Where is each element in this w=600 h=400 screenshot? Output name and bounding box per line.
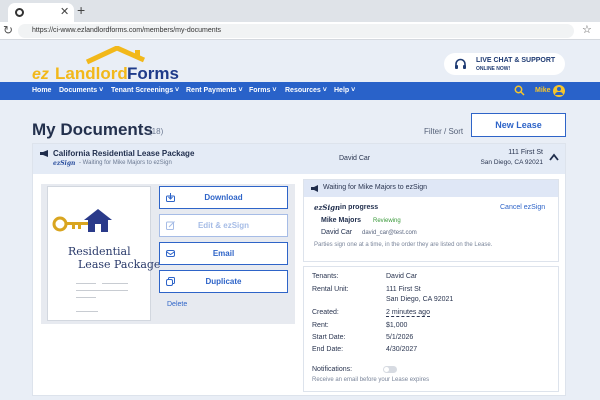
page-title: My Documents bbox=[32, 120, 153, 139]
reload-icon[interactable]: ↻ bbox=[3, 23, 13, 37]
live-chat-button[interactable]: LIVE CHAT & SUPPORT ONLINE NOW! bbox=[444, 53, 565, 75]
document-card: California Residential Lease Package ezS… bbox=[32, 143, 566, 396]
edit-ezsign-button[interactable]: Edit & ezSign bbox=[159, 214, 288, 237]
nav-tenant-screenings[interactable]: Tenant Screenings ˅ bbox=[111, 87, 179, 94]
ezsign-status-title: Waiting for Mike Majors to ezSign bbox=[323, 184, 427, 191]
filter-sort-link[interactable]: Filter / Sort bbox=[424, 127, 463, 136]
ezlandlordforms-logo[interactable]: ez Landlord Forms bbox=[32, 46, 192, 82]
end-date-value: 4/30/2027 bbox=[386, 346, 418, 353]
thumbnail-line bbox=[76, 290, 128, 291]
created-value: 2 minutes ago bbox=[386, 309, 430, 317]
document-thumbnail[interactable]: Residential Lease Package bbox=[47, 186, 160, 321]
duplicate-label: Duplicate bbox=[205, 277, 242, 286]
download-button[interactable]: Download bbox=[159, 186, 288, 209]
nav-forms[interactable]: Forms ˅ bbox=[249, 87, 276, 94]
edit-ezsign-label: Edit & ezSign bbox=[197, 221, 250, 230]
svg-text:Landlord: Landlord bbox=[55, 64, 128, 82]
start-date-label: Start Date: bbox=[312, 334, 346, 341]
close-tab-icon[interactable]: ✕ bbox=[60, 5, 69, 18]
signer-1-name: Mike Majors bbox=[321, 217, 362, 224]
svg-text:ez: ez bbox=[32, 66, 49, 82]
nav-home[interactable]: Home bbox=[32, 87, 51, 94]
notifications-note: Receive an email before your Lease expir… bbox=[312, 377, 430, 383]
browser-tab[interactable]: ✕ bbox=[8, 3, 74, 22]
ezsign-status-header: Waiting for Mike Majors to ezSign bbox=[304, 180, 558, 197]
url-field[interactable]: https://ci-www.ezlandlordforms.com/membe… bbox=[18, 24, 574, 38]
chevron-up-icon[interactable] bbox=[549, 153, 559, 161]
nav-documents[interactable]: Documents ˅ bbox=[59, 87, 103, 94]
tenants-label: Tenants: bbox=[312, 273, 339, 280]
document-address-line1: 111 First St bbox=[508, 149, 543, 156]
thumbnail-line bbox=[76, 297, 96, 298]
logo-text: ez Landlord Forms bbox=[32, 64, 179, 82]
notifications-label: Notifications: bbox=[312, 366, 353, 373]
document-card-header[interactable]: California Residential Lease Package ezS… bbox=[33, 144, 565, 174]
duplicate-icon bbox=[166, 277, 175, 286]
headset-icon bbox=[455, 58, 466, 69]
rental-unit-line1: 111 First St bbox=[386, 286, 421, 293]
thumbnail-line bbox=[76, 283, 96, 284]
chat-title: LIVE CHAT & SUPPORT bbox=[476, 57, 556, 64]
new-tab-icon[interactable]: + bbox=[77, 2, 85, 18]
email-icon bbox=[166, 250, 175, 257]
document-address-line2: San Diego, CA 92021 bbox=[480, 159, 543, 166]
svg-text:Forms: Forms bbox=[127, 64, 179, 82]
document-count: (18) bbox=[149, 127, 164, 136]
nav-user-name[interactable]: Mike bbox=[535, 87, 551, 94]
duplicate-button[interactable]: Duplicate bbox=[159, 270, 288, 293]
signer-2-name: David Car bbox=[321, 229, 353, 236]
ezsign-logo: ezSign bbox=[314, 203, 341, 212]
rental-unit-line2: San Diego, CA 92021 bbox=[386, 296, 454, 303]
thumbnail-title-2: Lease Package bbox=[78, 258, 161, 271]
signing-order-note: Parties sign one at a time, in the order… bbox=[314, 242, 493, 248]
notifications-toggle[interactable] bbox=[383, 366, 397, 373]
delete-link[interactable]: Delete bbox=[167, 301, 187, 308]
nav-resources[interactable]: Resources ˅ bbox=[285, 87, 327, 94]
document-title[interactable]: California Residential Lease Package bbox=[53, 149, 194, 158]
end-date-label: End Date: bbox=[312, 346, 344, 353]
ezsign-progress: in progress bbox=[340, 204, 379, 211]
rental-unit-label: Rental Unit: bbox=[312, 286, 349, 293]
user-avatar-icon[interactable] bbox=[553, 85, 565, 97]
cancel-ezsign-link[interactable]: Cancel ezSign bbox=[500, 204, 545, 211]
start-date-value: 5/1/2026 bbox=[386, 334, 414, 341]
favicon-icon bbox=[15, 8, 24, 17]
rent-value: $1,000 bbox=[386, 322, 408, 329]
new-lease-button[interactable]: New Lease bbox=[471, 113, 566, 137]
document-actions-panel: Residential Lease Package Download Edit … bbox=[41, 184, 295, 324]
nav-rent-payments[interactable]: Rent Payments ˅ bbox=[186, 87, 243, 94]
address-bar: ↻ https://ci-www.ezlandlordforms.com/mem… bbox=[0, 22, 600, 40]
megaphone-icon bbox=[311, 185, 318, 192]
main-nav: Home Documents ˅ Tenant Screenings ˅ Ren… bbox=[0, 82, 600, 100]
download-label: Download bbox=[204, 193, 243, 202]
bookmark-star-icon[interactable]: ☆ bbox=[582, 23, 592, 36]
key-house-icon bbox=[52, 209, 112, 232]
tenants-value: David Car bbox=[386, 273, 418, 280]
signer-2-email: david_car@test.com bbox=[362, 230, 417, 236]
nav-help[interactable]: Help ˅ bbox=[334, 87, 355, 94]
document-tenant: David Car bbox=[339, 155, 371, 162]
thumbnail-line bbox=[76, 311, 98, 312]
chat-subtitle: ONLINE NOW! bbox=[476, 66, 511, 72]
email-label: Email bbox=[212, 249, 235, 258]
ezsign-label: ezSign bbox=[53, 160, 76, 167]
created-label: Created: bbox=[312, 309, 339, 316]
rent-label: Rent: bbox=[312, 322, 329, 329]
lease-details-panel: Tenants: David Car Rental Unit: 111 Firs… bbox=[303, 266, 559, 392]
signer-1-status: Reviewing bbox=[373, 218, 401, 224]
download-icon bbox=[166, 193, 175, 202]
ezsign-status-panel: Waiting for Mike Majors to ezSign ezSign… bbox=[303, 179, 559, 262]
browser-tab-bar: ✕ + bbox=[0, 0, 600, 22]
thumbnail-line bbox=[102, 283, 128, 284]
thumbnail-title-1: Residential bbox=[68, 245, 131, 258]
edit-icon bbox=[166, 221, 175, 230]
email-button[interactable]: Email bbox=[159, 242, 288, 265]
document-status: - Waiting for Mike Majors to ezSign bbox=[79, 160, 172, 166]
megaphone-icon bbox=[40, 150, 48, 157]
search-icon[interactable] bbox=[514, 85, 525, 96]
